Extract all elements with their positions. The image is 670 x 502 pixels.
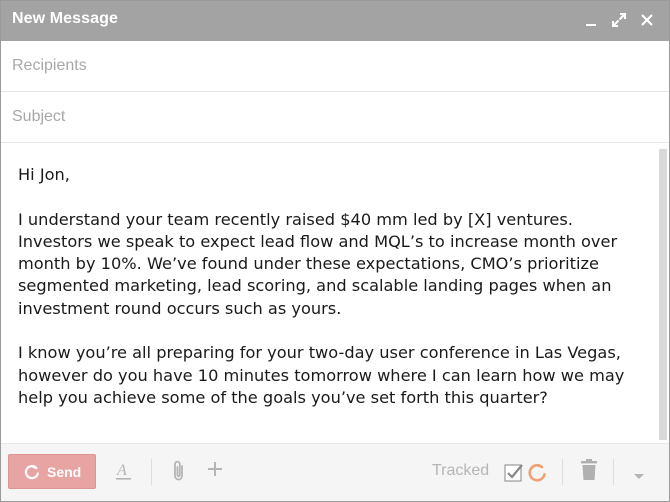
recipients-row [1, 41, 669, 92]
toolbar-divider [151, 459, 152, 485]
send-button[interactable]: Send [8, 454, 96, 489]
attachment-icon[interactable] [171, 459, 187, 488]
expand-icon[interactable] [610, 11, 628, 29]
compose-toolbar: Send A Tracked [1, 443, 669, 501]
message-body-text: Hi Jon, I understand your team recently … [18, 164, 643, 432]
trash-icon[interactable] [580, 459, 598, 486]
recipients-input[interactable] [12, 55, 652, 77]
title-bar: New Message [1, 1, 669, 41]
tracked-checkbox-icon[interactable] [504, 463, 524, 488]
message-body[interactable]: Hi Jon, I understand your team recently … [1, 145, 669, 445]
toolbar-divider [562, 459, 563, 485]
compose-window: New Message Hi Jon, I understand your te… [0, 0, 670, 502]
toolbar-divider [613, 459, 614, 485]
send-icon [24, 464, 40, 480]
formatting-icon[interactable]: A [114, 460, 134, 487]
send-label: Send [47, 464, 82, 480]
body-paragraph: I know you’re all preparing for your two… [18, 343, 625, 407]
more-options-icon[interactable] [633, 468, 645, 486]
scrollbar-thumb[interactable] [659, 149, 667, 440]
close-icon[interactable] [638, 11, 656, 29]
minimize-icon[interactable] [582, 11, 600, 29]
window-title: New Message [12, 10, 119, 27]
tracking-logo-icon [526, 462, 548, 489]
tracked-label: Tracked [432, 462, 490, 479]
body-paragraph: I understand your team recently raised $… [18, 209, 618, 318]
plus-icon[interactable] [207, 461, 223, 482]
svg-text:A: A [116, 462, 127, 479]
greeting-text: Hi Jon, [18, 165, 70, 184]
subject-input[interactable] [12, 106, 652, 128]
subject-row [1, 92, 669, 143]
